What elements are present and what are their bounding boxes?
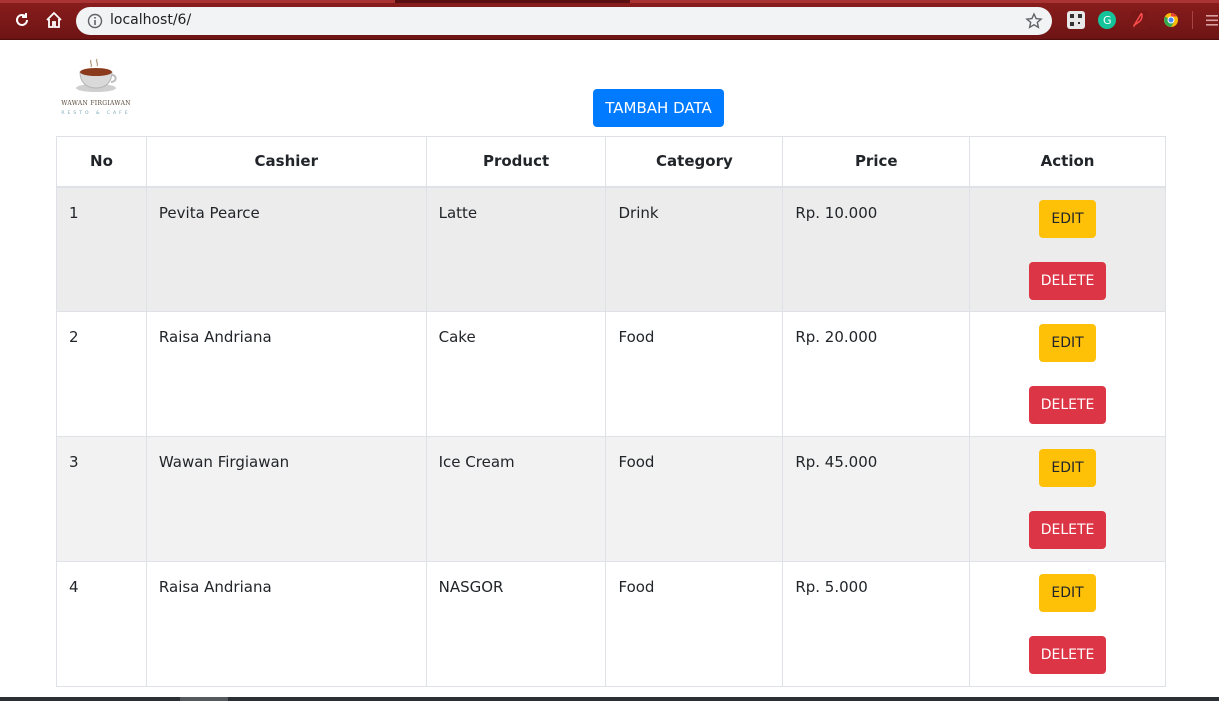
table-row: 4 Raisa Andriana NASGOR Food Rp. 5.000 E… [56,561,1166,687]
chrome-extension-icon[interactable] [1162,11,1180,29]
cell-cashier: Pevita Pearce [145,186,427,312]
logo-name: WAWAN FIRGIAWAN [61,100,131,107]
cell-product: Latte [425,186,607,312]
reload-icon[interactable] [12,10,32,30]
header-cashier: Cashier [145,136,427,188]
tab-edge [0,0,395,3]
add-data-button[interactable]: TAMBAH DATA [593,89,724,127]
cell-no: 2 [56,311,147,437]
table-header-row: No Cashier Product Category Price Action [56,136,1166,188]
cell-action: EDIT DELETE [969,436,1166,562]
edit-button[interactable]: EDIT [1039,324,1097,362]
home-icon[interactable] [44,10,64,30]
scrollbar-thumb[interactable] [180,697,228,701]
table-row: 1 Pevita Pearce Latte Drink Rp. 10.000 E… [56,186,1166,312]
header-category: Category [605,136,784,188]
qr-extension-icon[interactable] [1067,11,1085,29]
cell-cashier: Raisa Andriana [145,311,427,437]
delete-button[interactable]: DELETE [1029,636,1107,674]
header-price: Price [782,136,971,188]
info-icon[interactable] [87,13,103,29]
cell-no: 1 [56,186,147,312]
cell-category: Food [605,436,784,562]
cell-action: EDIT DELETE [969,561,1166,687]
horizontal-scrollbar[interactable] [0,697,1219,701]
cell-product: NASGOR [425,561,607,687]
cell-product: Ice Cream [425,436,607,562]
delete-button[interactable]: DELETE [1029,511,1107,549]
grammarly-icon[interactable]: G [1098,11,1116,29]
cell-category: Food [605,561,784,687]
header-action: Action [969,136,1166,188]
cell-action: EDIT DELETE [969,186,1166,312]
table-row: 3 Wawan Firgiawan Ice Cream Food Rp. 45.… [56,436,1166,562]
svg-text:G: G [1103,14,1112,27]
cell-no: 3 [56,436,147,562]
cell-price: Rp. 5.000 [782,561,971,687]
delete-button[interactable]: DELETE [1029,386,1107,424]
cell-action: EDIT DELETE [969,311,1166,437]
table-row: 2 Raisa Andriana Cake Food Rp. 20.000 ED… [56,311,1166,437]
cell-category: Food [605,311,784,437]
address-bar[interactable]: localhost/6/ [76,7,1052,35]
resto-logo: WAWAN FIRGIAWAN RESTO & CAFE [58,54,138,124]
logo-subtitle: RESTO & CAFE [61,111,131,116]
cell-price: Rp. 20.000 [782,311,971,437]
url-text[interactable]: localhost/6/ [110,12,191,28]
cell-cashier: Raisa Andriana [145,561,427,687]
star-icon[interactable] [1025,12,1043,30]
cell-price: Rp. 10.000 [782,186,971,312]
edit-button[interactable]: EDIT [1039,449,1097,487]
menu-icon[interactable] [1204,11,1218,29]
cell-no: 4 [56,561,147,687]
browser-toolbar: localhost/6/ G [0,0,1219,40]
cell-category: Drink [605,186,784,312]
pdf-extension-icon[interactable] [1130,11,1148,29]
toolbar-divider [1192,11,1193,29]
header-product: Product [425,136,607,188]
cell-price: Rp. 45.000 [782,436,971,562]
cell-product: Cake [425,311,607,437]
header-no: No [56,136,147,188]
edit-button[interactable]: EDIT [1039,574,1097,612]
coffee-cup-icon [76,58,117,92]
cell-cashier: Wawan Firgiawan [145,436,427,562]
tab-edge [630,0,1219,3]
edit-button[interactable]: EDIT [1039,199,1097,238]
cashier-table: No Cashier Product Category Price Action… [56,136,1166,687]
delete-button[interactable]: DELETE [1029,261,1107,300]
